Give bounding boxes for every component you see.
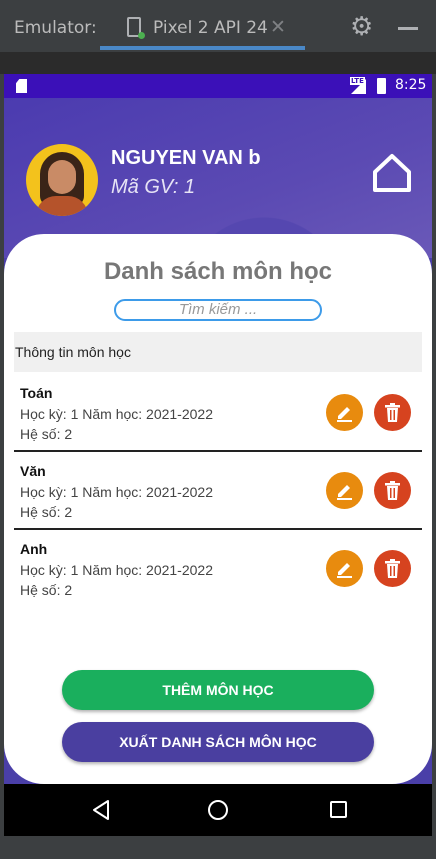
subject-coefficient: Hệ số: 2 [20, 426, 73, 442]
subject-name: Toán [20, 385, 53, 401]
delete-button[interactable] [374, 472, 411, 509]
subject-coefficient: Hệ số: 2 [20, 582, 73, 598]
section-header: Thông tin môn học [14, 332, 422, 372]
trash-icon [385, 481, 400, 500]
list-item[interactable]: Anh Học kỳ: 1 Năm học: 2021-2022 Hệ số: … [14, 530, 422, 608]
tab-active-indicator [100, 46, 305, 50]
list-item[interactable]: Toán Học kỳ: 1 Năm học: 2021-2022 Hệ số:… [14, 374, 422, 452]
close-icon[interactable]: ✕ [270, 16, 286, 38]
add-subject-button[interactable]: THÊM MÔN HỌC [62, 670, 374, 710]
device-tab-title: Pixel 2 API 24 [153, 18, 268, 38]
subject-list-card: Danh sách môn học Tìm kiếm ... Thông tin… [4, 234, 432, 784]
edit-button[interactable] [326, 472, 363, 509]
emulator-toolbar: Emulator: Pixel 2 API 24 ✕ ⚙ [0, 0, 436, 52]
navigation-bar [4, 784, 432, 836]
emulator-frame-gap [0, 52, 436, 74]
device-status-dot [138, 32, 145, 39]
subject-name: Văn [20, 463, 46, 479]
phone-screen: LTE 8:25 NGUYEN VAN b Mã GV: 1 Danh sách… [4, 74, 432, 836]
trash-icon [385, 403, 400, 422]
battery-icon [377, 78, 386, 94]
subject-term: Học kỳ: 1 Năm học: 2021-2022 [20, 484, 213, 500]
export-list-button[interactable]: XUẤT DANH SÁCH MÔN HỌC [62, 722, 374, 762]
sd-card-icon [16, 79, 27, 93]
recent-apps-icon[interactable] [330, 801, 347, 818]
subject-coefficient: Hệ số: 2 [20, 504, 73, 520]
edit-icon [337, 407, 352, 422]
delete-button[interactable] [374, 550, 411, 587]
nav-home-icon[interactable] [208, 800, 228, 820]
teacher-name: NGUYEN VAN b [111, 147, 261, 169]
back-icon[interactable] [90, 799, 112, 821]
subject-term: Học kỳ: 1 Năm học: 2021-2022 [20, 406, 213, 422]
subject-name: Anh [20, 541, 48, 557]
avatar[interactable] [26, 144, 98, 216]
emulator-frame-bottom [0, 836, 436, 859]
subject-term: Học kỳ: 1 Năm học: 2021-2022 [20, 562, 213, 578]
emulator-label: Emulator: [14, 18, 97, 38]
gear-icon[interactable]: ⚙ [350, 12, 373, 42]
trash-icon [385, 559, 400, 578]
page-title: Danh sách môn học [103, 258, 333, 285]
network-type: LTE [350, 77, 365, 85]
list-item[interactable]: Văn Học kỳ: 1 Năm học: 2021-2022 Hệ số: … [14, 452, 422, 530]
emulator-device-tab[interactable]: Pixel 2 API 24 ✕ [100, 0, 305, 52]
delete-button[interactable] [374, 394, 411, 431]
status-bar: LTE 8:25 [4, 74, 432, 98]
edit-icon [337, 485, 352, 500]
minimize-icon[interactable] [398, 27, 418, 30]
edit-button[interactable] [326, 394, 363, 431]
teacher-id: Mã GV: 1 [111, 176, 196, 198]
edit-button[interactable] [326, 550, 363, 587]
edit-icon [337, 563, 352, 578]
home-icon[interactable] [371, 152, 413, 194]
status-time: 8:25 [395, 77, 427, 93]
search-input[interactable]: Tìm kiếm ... [114, 299, 322, 321]
